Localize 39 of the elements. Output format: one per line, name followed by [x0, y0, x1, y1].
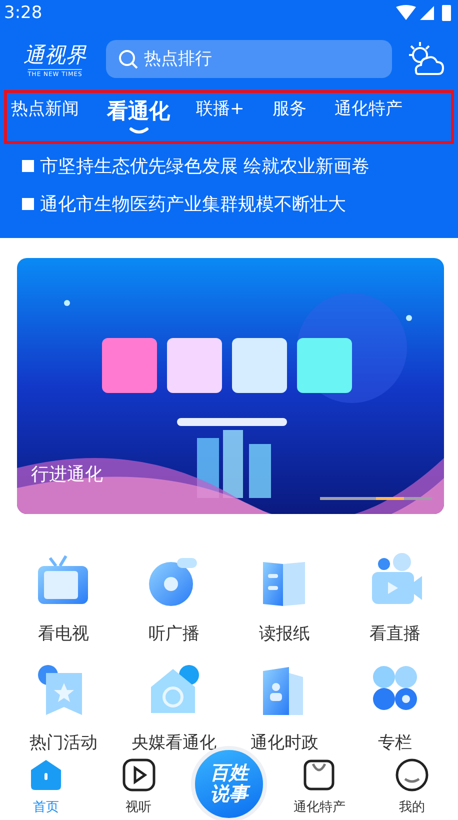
radio-icon: [148, 558, 197, 606]
shortcut-label[interactable]: 看直播: [369, 622, 420, 645]
bullet-square: [22, 198, 34, 210]
video-camera-icon: [372, 553, 422, 604]
house-globe-icon: [150, 665, 199, 713]
shortcut-label[interactable]: 热门活动: [29, 731, 98, 754]
nav-tab[interactable]: 通化特产: [279, 758, 360, 816]
logo-title: 通视界: [24, 42, 86, 68]
profile-icon: [394, 758, 429, 792]
bullet-square: [22, 160, 34, 172]
search-field[interactable]: 热点排行: [106, 40, 392, 78]
nav-tab[interactable]: 我的: [372, 758, 452, 816]
headline-link[interactable]: 市坚持生态优先绿色发展 绘就农业新画卷: [40, 154, 370, 178]
tv-icon: [38, 555, 88, 604]
play-icon: [122, 758, 156, 792]
shopping-bag-icon: [302, 758, 336, 792]
banner-carousel[interactable]: 行进通化: [17, 258, 444, 514]
weather-icon[interactable]: [406, 41, 444, 77]
apps-grid-icon: [372, 666, 417, 710]
newspaper-icon: [263, 562, 306, 606]
tab-indicator-icon: [128, 127, 148, 135]
category-tab[interactable]: 通化特产: [334, 93, 402, 120]
shortcut-label[interactable]: 听广播: [148, 622, 200, 645]
shortcut-label[interactable]: 读报纸: [258, 622, 310, 645]
status-time: 3:28: [4, 3, 42, 23]
category-tab[interactable]: 热点新闻: [11, 93, 79, 120]
nav-tab[interactable]: 视听: [98, 758, 179, 816]
headline-link[interactable]: 通化市生物医药产业集群规模不断壮大: [40, 192, 346, 216]
search-icon: [118, 49, 138, 69]
category-tab[interactable]: 看通化: [107, 93, 170, 135]
home-icon: [29, 758, 64, 792]
category-tab[interactable]: 服务: [272, 93, 306, 120]
status-icons: [396, 5, 452, 21]
shortcut-label[interactable]: 专栏: [378, 731, 412, 754]
bookmark-star-icon: [38, 665, 82, 715]
category-tab[interactable]: 联播+: [196, 93, 244, 120]
banner-caption: 行进通化: [31, 463, 103, 486]
shortcut-label[interactable]: 看电视: [38, 622, 89, 645]
document-person-icon: [263, 667, 304, 715]
